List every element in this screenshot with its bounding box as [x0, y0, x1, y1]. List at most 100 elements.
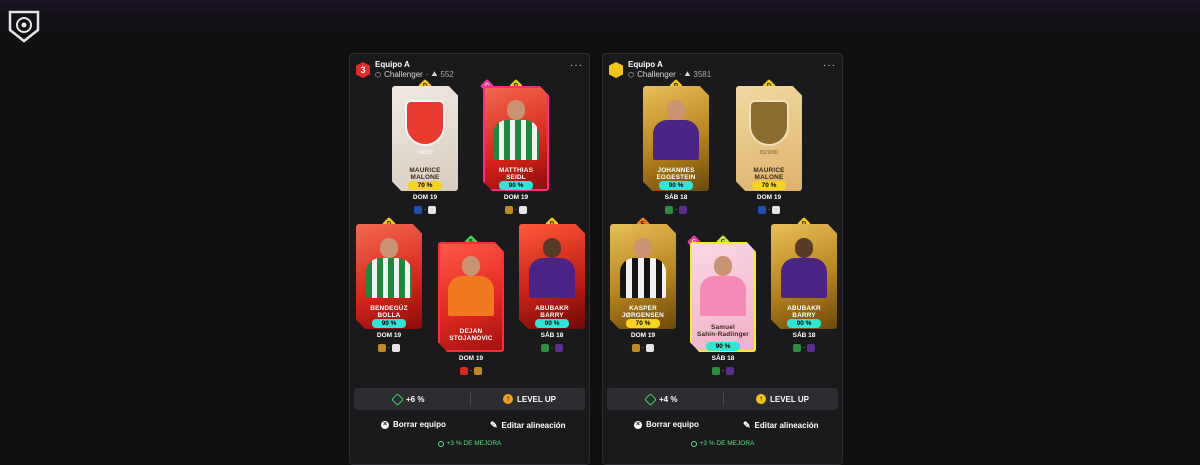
card-serial: 14/100	[417, 150, 433, 156]
player-photo	[529, 236, 575, 298]
level-up-button[interactable]: ↑ LEVEL UP	[756, 388, 809, 410]
player-card-slot[interactable]: D BENDEGÚZ BOLLA 90 % DOM 19 -	[356, 216, 422, 352]
team-header: 3 Equipo A ⬡ Challenger · ⛰ 552 ···	[356, 60, 583, 82]
player-name: BENDEGÚZ BOLLA	[370, 305, 408, 319]
team-icon	[414, 206, 422, 214]
player-card[interactable]: Samuel Sahin-Radlinger 90 %	[690, 242, 756, 352]
close-icon: ×	[381, 420, 389, 429]
player-card-slot[interactable]: S DEJAN STOJANOVIC DOM 19 -	[438, 234, 504, 375]
league-name: Challenger	[637, 70, 676, 79]
player-card-slot[interactable]: D JOHANNES EGGESTEIN 90 % SÁB 18 -	[643, 78, 709, 214]
player-card[interactable]: DEJAN STOJANOVIC	[438, 242, 504, 352]
player-card[interactable]: 14/100 MAURICE MALONE 70 %	[392, 86, 458, 191]
level-up-icon: ↑	[756, 394, 766, 404]
card-percent: 90 %	[706, 342, 740, 351]
team-icon	[665, 206, 673, 214]
player-card-slot[interactable]: C C Samuel Sahin-Radlinger 90 % SÁB 18 -	[686, 234, 756, 375]
delete-team-button[interactable]: × Borrar equipo	[381, 420, 446, 429]
player-name: MATTHIAS SEIDL	[498, 167, 534, 181]
player-card-slot[interactable]: D 81/1000 MAURICE MALONE 70 % DOM 19 -	[736, 78, 802, 214]
match-date: DOM 19	[458, 355, 484, 362]
bonus-icon	[391, 392, 404, 406]
team-icon	[378, 344, 386, 352]
team-panel: 3 Equipo A ⬡ Challenger · ⛰ 552 ··· D 14…	[349, 53, 590, 465]
card-percent: 90 %	[535, 319, 569, 328]
matchup: -	[356, 344, 422, 352]
club-crest-icon	[749, 100, 789, 146]
player-card[interactable]: BENDEGÚZ BOLLA 90 %	[356, 224, 422, 329]
player-name: MAURICE MALONE	[753, 167, 785, 181]
delete-team-button[interactable]: × Borrar equipo	[634, 420, 699, 429]
league-name: Challenger	[384, 70, 423, 79]
team-icon	[555, 344, 563, 352]
team-icon	[392, 344, 400, 352]
card-percent: 90 %	[499, 181, 533, 190]
player-photo	[493, 98, 539, 160]
team-score: 552	[440, 70, 454, 79]
player-name: Samuel Sahin-Radlinger	[696, 324, 749, 338]
player-photo	[700, 254, 746, 316]
bonus-bar: +4 % ↑ LEVEL UP	[607, 388, 838, 410]
match-date: DOM 19	[412, 194, 438, 201]
team-icon	[474, 367, 482, 375]
more-icon[interactable]: ···	[823, 60, 836, 71]
league-icon: ⬡	[628, 71, 635, 79]
team-icon	[793, 344, 801, 352]
bonus-icon	[644, 392, 657, 406]
level-badge	[609, 62, 623, 78]
player-card[interactable]: JOHANNES EGGESTEIN 90 %	[643, 86, 709, 191]
team-icon	[646, 344, 654, 352]
matchup: -	[392, 206, 458, 214]
player-card-slot[interactable]: D 14/100 MAURICE MALONE 70 % DOM 19 -	[392, 78, 458, 214]
more-icon[interactable]: ···	[570, 60, 583, 71]
team-icon	[758, 206, 766, 214]
level-up-icon: ↑	[503, 394, 513, 404]
card-serial: 81/1000	[759, 150, 779, 156]
match-date: DOM 19	[630, 332, 656, 339]
card-percent: 90 %	[787, 319, 821, 328]
boost-note: +3 % DE MEJORA	[603, 440, 842, 447]
boost-icon	[437, 440, 444, 447]
divider	[469, 393, 471, 405]
card-percent: 90 %	[372, 319, 406, 328]
bonus-percent: +6 %	[391, 388, 424, 410]
player-card[interactable]: KASPER JØRGENSEN 70 %	[610, 224, 676, 329]
level-up-button[interactable]: ↑ LEVEL UP	[503, 388, 556, 410]
player-name: KASPER JØRGENSEN	[622, 305, 664, 319]
team-score: 3581	[693, 70, 712, 79]
team-name: Equipo A	[628, 60, 663, 69]
player-photo	[781, 236, 827, 298]
card-percent: 90 %	[659, 181, 693, 190]
player-card-slot[interactable]: D ABUBAKR BARRY 90 % SÁB 18 -	[771, 216, 837, 352]
score-icon: ⛰	[431, 70, 438, 78]
card-percent: 70 %	[626, 319, 660, 328]
player-card[interactable]: MATTHIAS SEIDL 90 %	[483, 86, 549, 191]
score-icon: ⛰	[684, 70, 691, 78]
player-card[interactable]: ABUBAKR BARRY 90 %	[519, 224, 585, 329]
edit-lineup-button[interactable]: ✎ Editar alineación	[743, 420, 819, 431]
edit-lineup-button[interactable]: ✎ Editar alineación	[490, 420, 566, 431]
divider	[722, 393, 724, 405]
player-name: JOHANNES EGGESTEIN	[656, 167, 696, 181]
player-card-slot[interactable]: C D MATTHIAS SEIDL 90 % DOM 19 -	[479, 78, 549, 214]
level-badge: 3	[356, 62, 370, 78]
team-icon	[519, 206, 527, 214]
separator: ·	[425, 70, 429, 79]
player-card[interactable]: ABUBAKR BARRY 90 %	[771, 224, 837, 329]
player-photo	[448, 254, 494, 316]
team-icon	[807, 344, 815, 352]
player-card-slot[interactable]: E KASPER JØRGENSEN 70 % DOM 19 -	[610, 216, 676, 352]
player-name: ABUBAKR BARRY	[787, 305, 821, 319]
player-card-slot[interactable]: D ABUBAKR BARRY 90 % SÁB 18 -	[519, 216, 585, 352]
match-date: SÁB 18	[540, 332, 564, 339]
team-icon	[428, 206, 436, 214]
match-date: SÁB 18	[792, 332, 816, 339]
team-name: Equipo A	[375, 60, 410, 69]
player-card[interactable]: 81/1000 MAURICE MALONE 70 %	[736, 86, 802, 191]
team-actions: × Borrar equipo ✎ Editar alineación	[603, 420, 842, 432]
app-logo-icon[interactable]	[6, 8, 42, 44]
player-name: DEJAN STOJANOVIC	[449, 328, 493, 342]
bonus-bar: +6 % ↑ LEVEL UP	[354, 388, 585, 410]
team-actions: × Borrar equipo ✎ Editar alineación	[350, 420, 589, 432]
match-date: DOM 19	[376, 332, 402, 339]
